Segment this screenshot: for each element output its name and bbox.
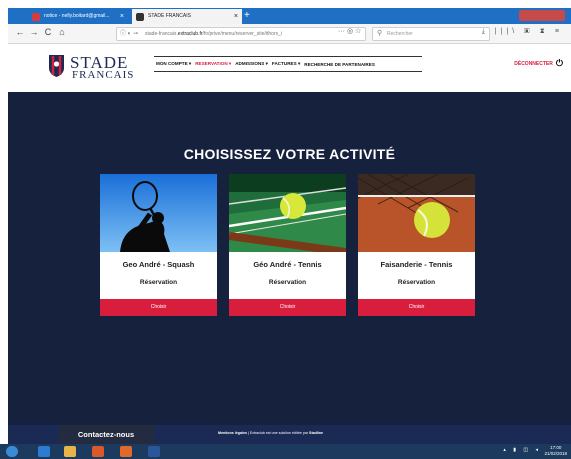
site-footer: Contactez-nous Mentions légales | Extrac…: [8, 425, 571, 444]
card-title: Géo André - Tennis: [253, 260, 322, 269]
disconnect-button[interactable]: DÉCONNECTER ⏻: [514, 58, 563, 69]
browser-toolbar: ← → C ⌂ stade-francais.extraclub.fr/fo/p…: [8, 24, 571, 44]
search-placeholder: Rechercher: [387, 31, 413, 37]
menu-item-mon-compte[interactable]: MON COMPTE ▾: [156, 61, 191, 67]
url-domain: extraclub.fr: [177, 31, 203, 37]
disconnect-label: DÉCONNECTER: [514, 60, 553, 67]
tab-label: notice - nelly.boitard@gmail...: [44, 13, 110, 19]
card-subtitle: Réservation: [397, 279, 436, 286]
close-tab-icon[interactable]: ×: [234, 9, 238, 24]
activity-card-tennis-faisanderie[interactable]: Faisanderie - Tennis Réservation Choisir: [358, 174, 475, 316]
main-content: CHOISISSEZ VOTRE ACTIVITÉ Geo André - Sq…: [8, 92, 571, 425]
stadline-link[interactable]: Stadline: [309, 431, 323, 435]
main-menu: MON COMPTE ▾ RESERVATION ▾ ADMISSIONS ▾ …: [154, 56, 422, 72]
start-button-icon[interactable]: [6, 446, 18, 457]
choose-button[interactable]: Choisir: [229, 299, 346, 316]
toolbar-tools-icon[interactable]: ⤓ |||\ ▣ ♜ ≡: [482, 28, 563, 36]
card-title: Geo André - Squash: [122, 260, 195, 269]
window-controls[interactable]: [519, 10, 565, 21]
back-icon[interactable]: ←: [14, 27, 26, 37]
close-tab-icon[interactable]: ×: [120, 9, 124, 24]
browser-tab-strip: notice - nelly.boitard@gmail... × STADE …: [8, 8, 571, 24]
legal-text: Extraclub est une solution éditée par: [249, 431, 310, 435]
reload-icon[interactable]: C: [42, 27, 54, 37]
url-prefix: stade-francais.: [145, 31, 178, 37]
squash-player-image: [100, 174, 217, 252]
os-taskbar: ▴ ▮ ◫ ◂ 17:00 21/02/2018: [0, 444, 571, 459]
tab-label: STADE FRANCAIS: [148, 13, 191, 19]
search-icon: ⚲: [377, 30, 383, 37]
activity-card-squash[interactable]: Geo André - Squash Réservation Choisir: [100, 174, 217, 316]
stade-francais-logo[interactable]: STADE FRANCAIS: [48, 53, 148, 84]
browser-tab-gmail[interactable]: notice - nelly.boitard@gmail... ×: [28, 9, 128, 24]
word-icon[interactable]: [148, 446, 160, 457]
activity-card-tennis-geo-andre[interactable]: Géo André - Tennis Réservation Choisir: [229, 174, 346, 316]
home-icon[interactable]: ⌂: [56, 27, 68, 37]
internet-explorer-icon[interactable]: [38, 446, 50, 457]
url-path: /fo/prive/menu/reserver_site/ithors_i: [202, 31, 283, 37]
contact-button[interactable]: Contactez-nous: [58, 425, 154, 444]
choose-button[interactable]: Choisir: [358, 299, 475, 316]
page-actions-icon[interactable]: ··· ◎ ☆: [338, 27, 361, 35]
file-explorer-icon[interactable]: [64, 446, 76, 457]
legal-link[interactable]: Mentions légales: [218, 431, 247, 435]
menu-item-admissions[interactable]: ADMISSIONS ▾: [235, 61, 268, 67]
browser-tab-stade-francais[interactable]: STADE FRANCAIS ×: [132, 9, 242, 24]
stade-favicon-icon: [136, 13, 144, 21]
clock[interactable]: 17:00 21/02/2018: [544, 445, 567, 457]
site-header: STADE FRANCAIS MON COMPTE ▾ RESERVATION …: [8, 45, 571, 92]
media-player-icon[interactable]: [92, 446, 104, 457]
menu-item-factures[interactable]: FACTURES ▾: [272, 61, 300, 67]
new-tab-icon[interactable]: +: [244, 8, 250, 23]
tennis-clay-net-image: [358, 174, 475, 252]
menu-item-reservation[interactable]: RESERVATION ▾: [195, 61, 231, 67]
page-title: CHOISISSEZ VOTRE ACTIVITÉ: [183, 146, 396, 162]
menu-item-recherche-partenaires[interactable]: RECHERCHE DE PARTENAIRES: [304, 62, 375, 67]
forward-icon[interactable]: →: [28, 27, 40, 37]
clock-date: 21/02/2018: [544, 451, 567, 456]
choose-button[interactable]: Choisir: [100, 299, 217, 316]
gmail-favicon-icon: [32, 13, 40, 21]
system-tray-icons[interactable]: ▴ ▮ ◫ ◂: [503, 447, 541, 453]
shield-logo-icon: [49, 55, 64, 77]
card-subtitle: Réservation: [139, 279, 178, 286]
card-title: Faisanderie - Tennis: [380, 260, 453, 269]
site-info-icon[interactable]: ⓘ ◐ ⊸: [120, 28, 138, 37]
firefox-icon[interactable]: [120, 446, 132, 457]
search-input[interactable]: ⚲ Rechercher: [372, 27, 490, 41]
power-icon: ⏻: [555, 58, 563, 68]
url-bar[interactable]: stade-francais.extraclub.fr/fo/prive/men…: [116, 27, 366, 41]
legal-line: Mentions légales | Extraclub est une sol…: [218, 431, 323, 435]
screen: notice - nelly.boitard@gmail... × STADE …: [0, 0, 571, 459]
logo-text-francais: FRANCAIS: [72, 69, 135, 81]
card-subtitle: Réservation: [268, 279, 307, 286]
tennis-court-image: [229, 174, 346, 252]
